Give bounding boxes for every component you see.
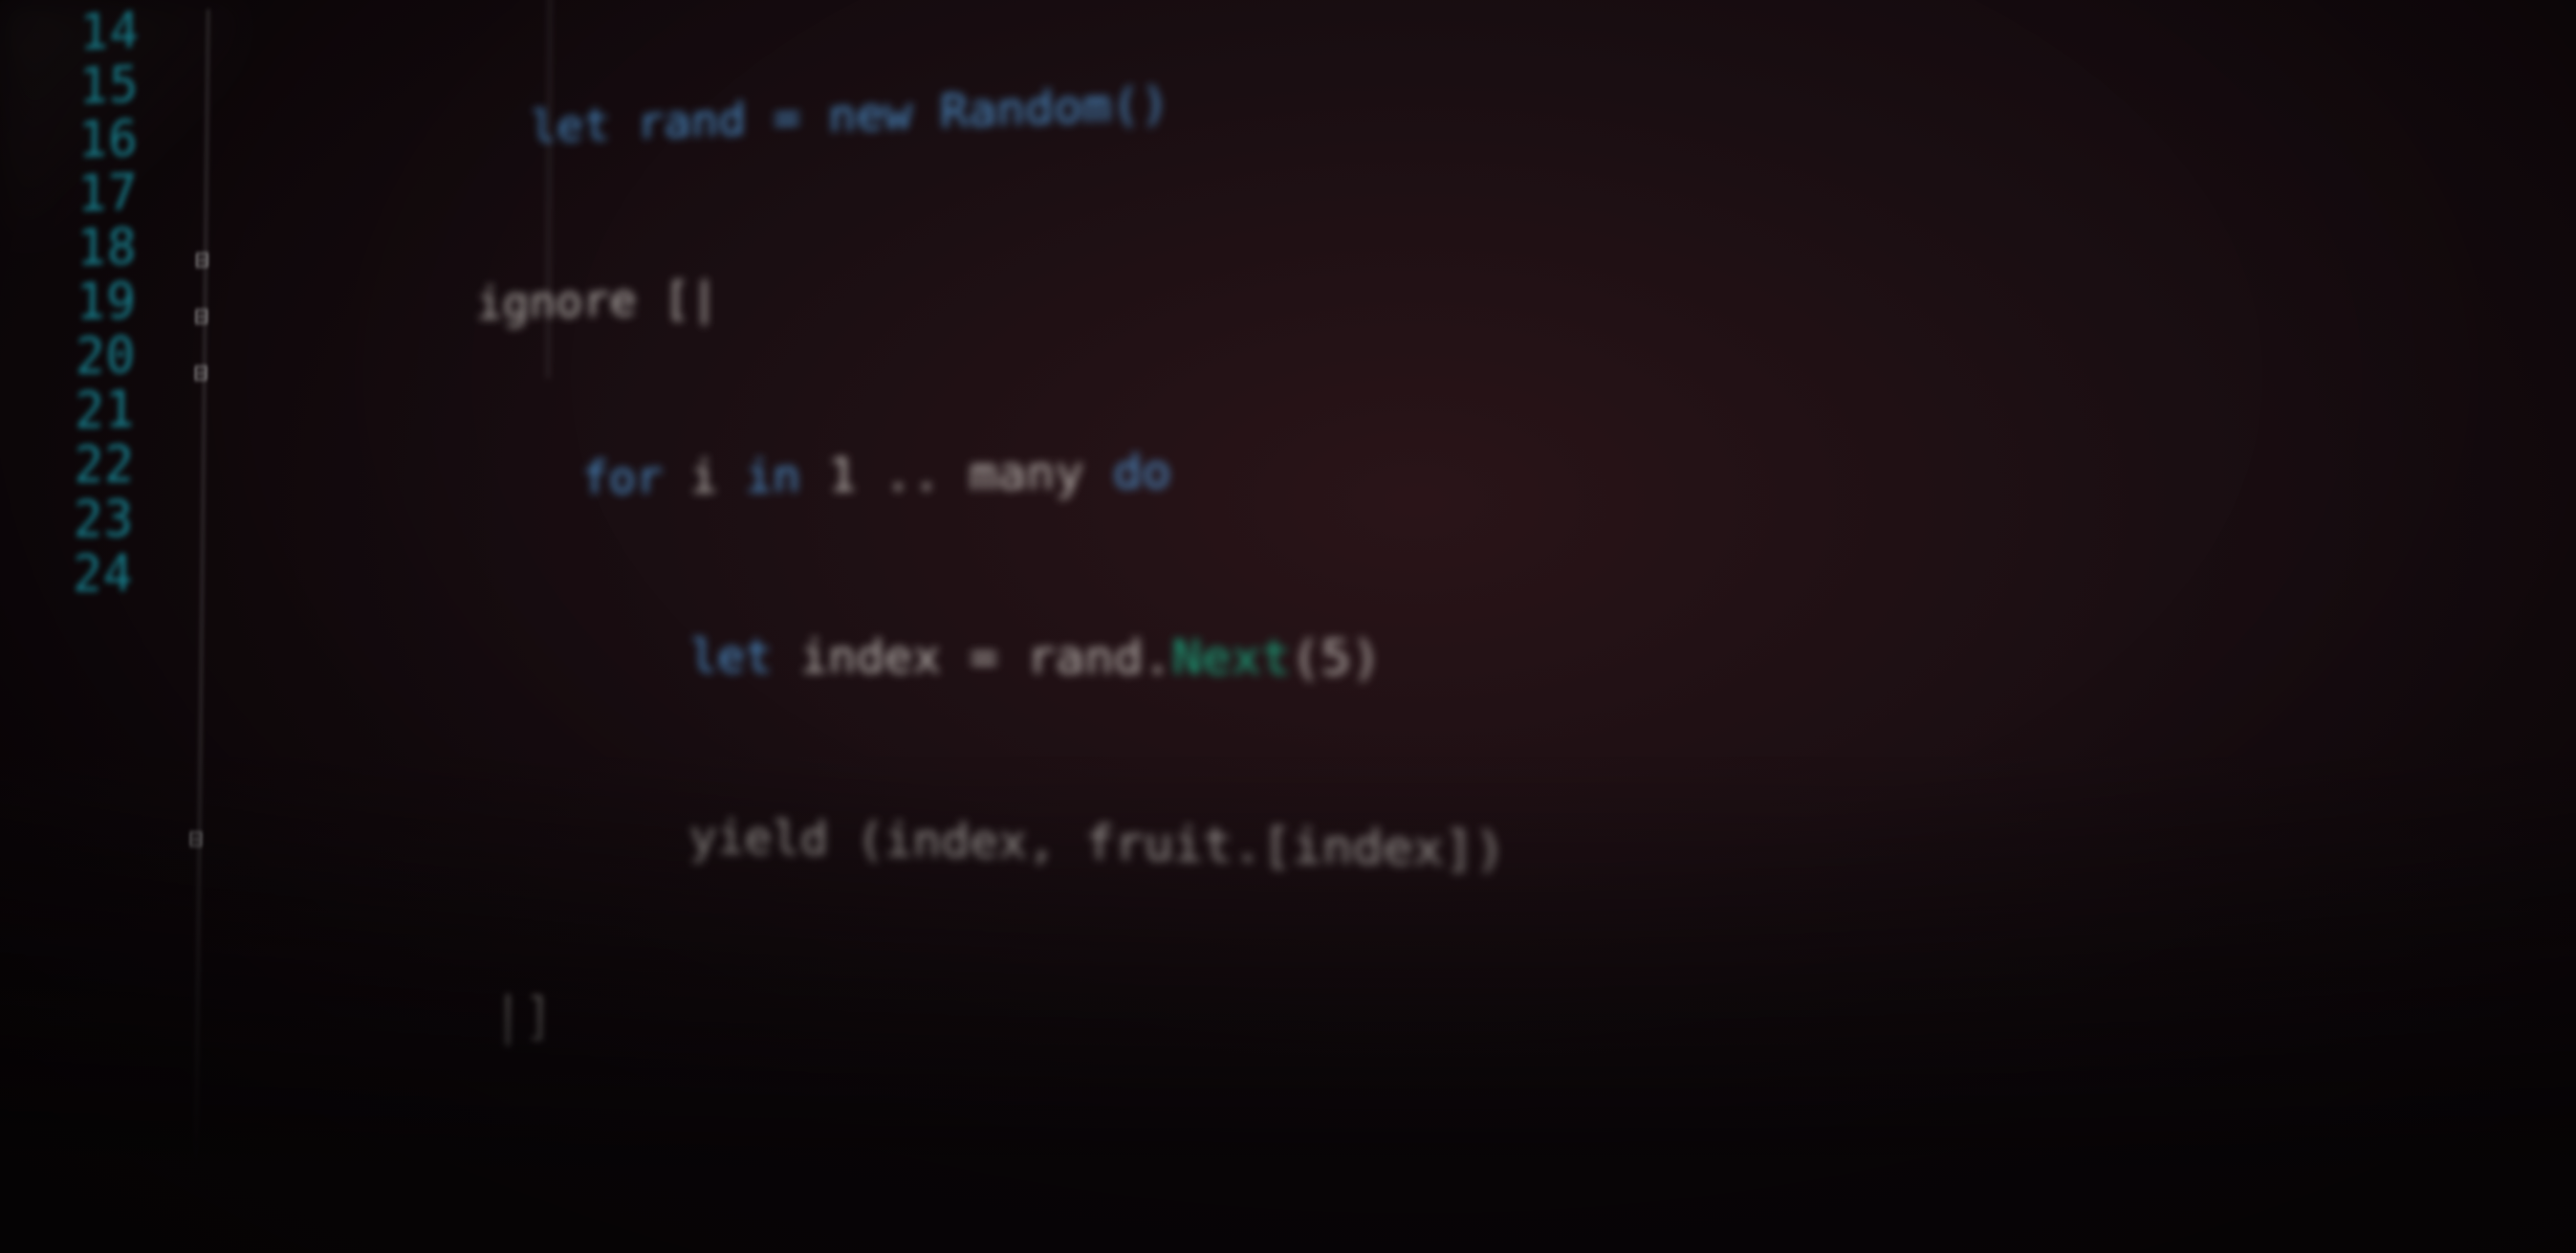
line-number: 19	[55, 274, 137, 330]
line-number: 24	[52, 546, 134, 601]
line-number: 20	[55, 328, 136, 385]
editor-surface: 14 15 16 17 18 19 20 21 22 23 24 ⊟ ⊟ ⊟ ⊟…	[8, 0, 2576, 1253]
indent-guide	[194, 10, 210, 1253]
line-number: 23	[53, 492, 135, 547]
line-number: 17	[56, 165, 138, 222]
fold-marker-icon[interactable]: ⊟	[188, 827, 210, 854]
line-number-gutter: 14 15 16 17 18 19 20 21 22 23 24	[52, 3, 140, 601]
code-line: let index = rand.Next(5)	[317, 633, 2182, 685]
line-number: 22	[54, 437, 135, 493]
fold-marker-icon[interactable]: ⊟	[195, 248, 217, 275]
fold-column: ⊟ ⊟ ⊟ ⊟	[181, 8, 249, 1253]
line-number: 16	[57, 111, 139, 168]
code-area[interactable]: let rand = new Random() ignore [| for i …	[294, 0, 2249, 1253]
line-number: 14	[59, 3, 141, 60]
fold-marker-icon[interactable]: ⊟	[194, 304, 216, 331]
code-line	[312, 1168, 2194, 1253]
line-number: 15	[58, 57, 140, 115]
line-number: 21	[54, 383, 135, 438]
code-line: |]	[314, 985, 2192, 1094]
fold-marker-icon[interactable]: ⊟	[194, 361, 216, 387]
code-line: yield (index, fruit.[index])	[316, 808, 2188, 885]
code-line: for i in 1 .. many do	[318, 435, 2178, 503]
code-line: ignore [|	[319, 237, 2173, 329]
code-line: let rand = new Random()	[321, 41, 2170, 157]
line-number: 18	[56, 219, 138, 275]
photographed-screen: 14 15 16 17 18 19 20 21 22 23 24 ⊟ ⊟ ⊟ ⊟…	[0, 0, 2576, 1253]
